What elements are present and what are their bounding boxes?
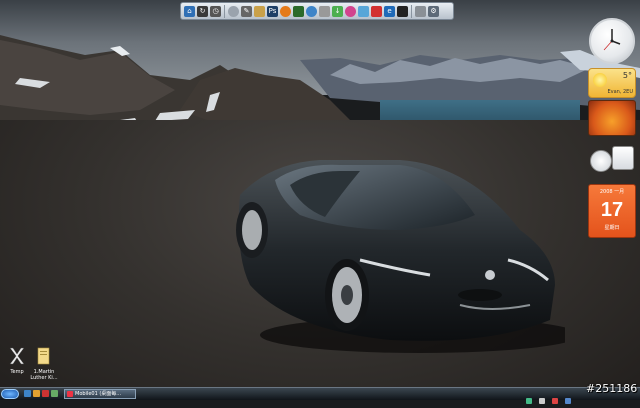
weather-gadget[interactable]: 5° Evan, 2EU [588, 68, 636, 98]
browser-icon [67, 391, 73, 397]
clock-face [603, 29, 621, 51]
weather-temperature: 5° [622, 71, 632, 80]
quicklaunch-ie-icon[interactable] [24, 390, 31, 397]
quicklaunch-folder-icon[interactable] [33, 390, 40, 397]
calendar-month: 2008 一月 [599, 189, 625, 195]
system-tray [526, 389, 580, 404]
calendar-weekday: 星期日 [604, 225, 620, 231]
flower-icon[interactable] [345, 5, 356, 17]
quicklaunch-desktop-icon[interactable] [51, 390, 58, 397]
book-icon[interactable] [254, 5, 265, 17]
speaker-icon[interactable] [397, 5, 408, 17]
start-button[interactable] [1, 389, 19, 399]
taskbar: Mobile01 (桌面每... [0, 387, 640, 404]
quicklaunch-media-icon[interactable] [42, 390, 49, 397]
globe-icon[interactable] [306, 5, 317, 17]
browser-icon[interactable] [280, 5, 291, 17]
wrench-icon[interactable]: ✎ [241, 5, 252, 17]
watermark: #251186 [586, 382, 638, 395]
calendar-day: 17 [600, 199, 624, 221]
app-shortcut-icon[interactable] [612, 146, 634, 170]
x-app-icon [9, 347, 25, 365]
app-gadgets [588, 146, 636, 174]
desktop-icon-label: 1.Martin Luther Ki... [30, 369, 58, 381]
car-image [236, 160, 565, 353]
task-button[interactable]: Mobile01 (桌面每... [64, 389, 136, 399]
refresh-icon[interactable]: ↻ [197, 5, 208, 17]
dock-separator [224, 4, 225, 18]
download-icon[interactable]: ↓ [332, 5, 343, 17]
weather-city: Evan, 2EU [607, 89, 633, 95]
top-dock: ⌂ ↻ ◷ ✎ Ps ↓ e ⚙ [180, 2, 454, 20]
calendar-gadget[interactable]: 2008 一月 17 星期日 [588, 184, 636, 238]
settings-icon[interactable]: ⚙ [428, 5, 439, 17]
task-button-label: Mobile01 (桌面每... [75, 391, 122, 397]
disc-icon[interactable] [228, 5, 239, 17]
home-icon[interactable]: ⌂ [184, 5, 195, 17]
clock-icon[interactable]: ◷ [210, 5, 221, 17]
slideshow-gadget[interactable] [588, 100, 636, 136]
folder-icon [37, 347, 50, 365]
ie-icon[interactable]: e [384, 5, 395, 17]
trash-icon[interactable] [415, 5, 426, 17]
magnifier-icon[interactable] [358, 5, 369, 17]
app-shortcut-icon[interactable] [590, 150, 612, 172]
flag-icon[interactable] [371, 5, 382, 17]
ball-icon[interactable] [293, 5, 304, 17]
sun-icon [593, 73, 607, 87]
clock-gadget[interactable] [589, 18, 635, 64]
photoshop-icon[interactable]: Ps [267, 5, 278, 17]
dock-separator [411, 4, 412, 18]
desktop-icon-folder[interactable]: 1.Martin Luther Ki... [27, 346, 61, 381]
dots-icon[interactable] [319, 5, 330, 17]
